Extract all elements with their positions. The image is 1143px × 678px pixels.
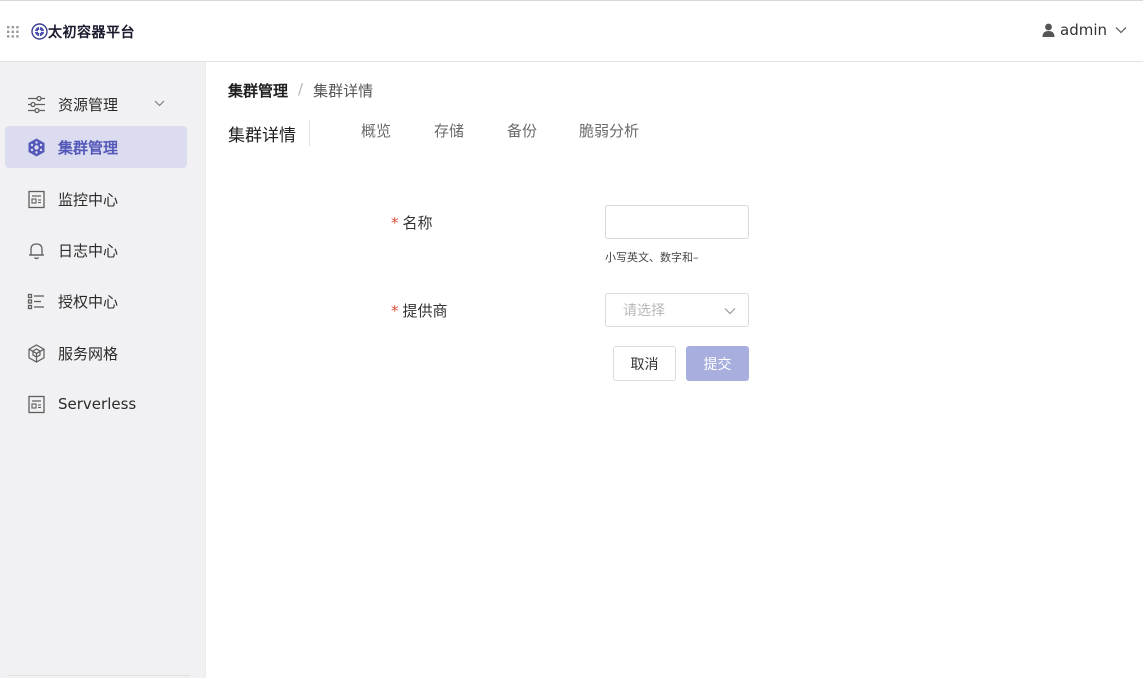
sidebar-item-logs[interactable]: 日志中心 — [5, 229, 187, 271]
user-menu[interactable]: admin — [1042, 21, 1127, 39]
sidebar-divider — [8, 675, 190, 676]
list-icon — [27, 293, 44, 309]
breadcrumb-separator: / — [298, 80, 304, 98]
user-name: admin — [1060, 21, 1107, 39]
provider-label: * 提供商 — [391, 300, 448, 321]
tab-backup[interactable]: 备份 — [507, 120, 537, 141]
name-input[interactable] — [605, 205, 749, 239]
provider-label-text: 提供商 — [402, 302, 448, 320]
sliders-icon — [28, 95, 45, 113]
cluster-icon — [28, 138, 45, 156]
provider-select[interactable]: 请选择 — [605, 293, 749, 327]
breadcrumb-root[interactable]: 集群管理 — [228, 80, 288, 101]
sidebar: 资源管理 集群管理 监控中心 日志中心 授权中心 服务网格 Serverless — [0, 62, 206, 678]
sidebar-item-label: 服务网格 — [58, 344, 119, 363]
chevron-down-icon — [1115, 27, 1127, 34]
title-divider — [309, 120, 310, 146]
sidebar-item-cluster[interactable]: 集群管理 — [5, 126, 187, 168]
tab-storage[interactable]: 存储 — [434, 120, 464, 141]
breadcrumb-current: 集群详情 — [313, 82, 374, 100]
sidebar-item-mesh[interactable]: 服务网格 — [5, 332, 187, 374]
name-hint: 小写英文、数字和– — [605, 251, 699, 264]
breadcrumb: 集群管理 / 集群详情 — [228, 80, 373, 101]
user-icon — [1042, 23, 1055, 37]
name-label-text: 名称 — [402, 214, 433, 232]
chevron-down-icon — [724, 308, 736, 315]
sidebar-item-auth[interactable]: 授权中心 — [5, 280, 187, 322]
required-mark: * — [391, 302, 399, 320]
tab-vulnerability[interactable]: 脆弱分析 — [579, 120, 639, 141]
submit-button[interactable]: 提交 — [686, 346, 749, 381]
logo-icon — [31, 23, 48, 40]
app-grid-icon[interactable] — [7, 26, 19, 38]
sidebar-item-serverless[interactable]: Serverless — [5, 383, 187, 425]
page-title: 集群详情 — [228, 126, 296, 146]
cancel-button[interactable]: 取消 — [613, 346, 676, 381]
provider-placeholder: 请选择 — [623, 303, 665, 319]
sidebar-item-label: Serverless — [58, 395, 137, 413]
chevron-down-icon — [154, 100, 165, 107]
top-bar: 太初容器平台 admin — [0, 0, 1143, 62]
monitor-icon — [28, 190, 45, 208]
sidebar-item-monitor[interactable]: 监控中心 — [5, 178, 187, 220]
sidebar-item-label: 监控中心 — [58, 190, 119, 209]
serverless-icon — [28, 395, 45, 413]
sidebar-item-label: 集群管理 — [58, 138, 119, 157]
tab-overview[interactable]: 概览 — [361, 120, 391, 141]
sidebar-item-label: 授权中心 — [58, 292, 119, 311]
mesh-icon — [28, 343, 45, 363]
name-label: * 名称 — [391, 212, 433, 233]
bell-icon — [29, 242, 44, 259]
sidebar-item-label: 日志中心 — [58, 241, 119, 260]
required-mark: * — [391, 214, 399, 232]
sidebar-item-resources[interactable]: 资源管理 — [5, 83, 187, 125]
brand-name: 太初容器平台 — [48, 25, 135, 41]
sidebar-item-label: 资源管理 — [58, 95, 119, 114]
